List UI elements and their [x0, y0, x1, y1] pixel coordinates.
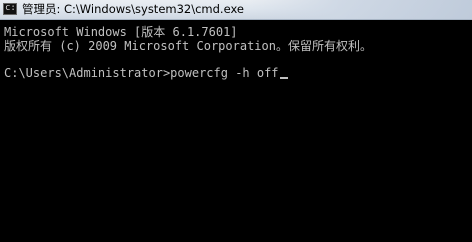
- cmd-window: c:\ 管理员: C:\Windows\system32\cmd.exe Mic…: [0, 0, 472, 242]
- text-cursor: [279, 77, 288, 79]
- console-line-command: C:\Users\Administrator>powercfg -h off: [4, 66, 288, 80]
- console-area[interactable]: Microsoft Windows [版本 6.1.7601] 版权所有 (c)…: [0, 20, 472, 242]
- title-bar-glow: [250, 0, 472, 19]
- cmd-icon[interactable]: c:\: [3, 3, 17, 15]
- window-title: 管理员: C:\Windows\system32\cmd.exe: [22, 2, 244, 16]
- cmd-prompt-glyph: c:\: [5, 3, 16, 13]
- command-text: C:\Users\Administrator>powercfg -h off: [4, 66, 279, 80]
- console-line-version: Microsoft Windows [版本 6.1.7601]: [4, 25, 238, 39]
- title-bar[interactable]: c:\ 管理员: C:\Windows\system32\cmd.exe: [0, 0, 472, 20]
- console-line-copyright: 版权所有 (c) 2009 Microsoft Corporation。保留所有…: [4, 39, 372, 53]
